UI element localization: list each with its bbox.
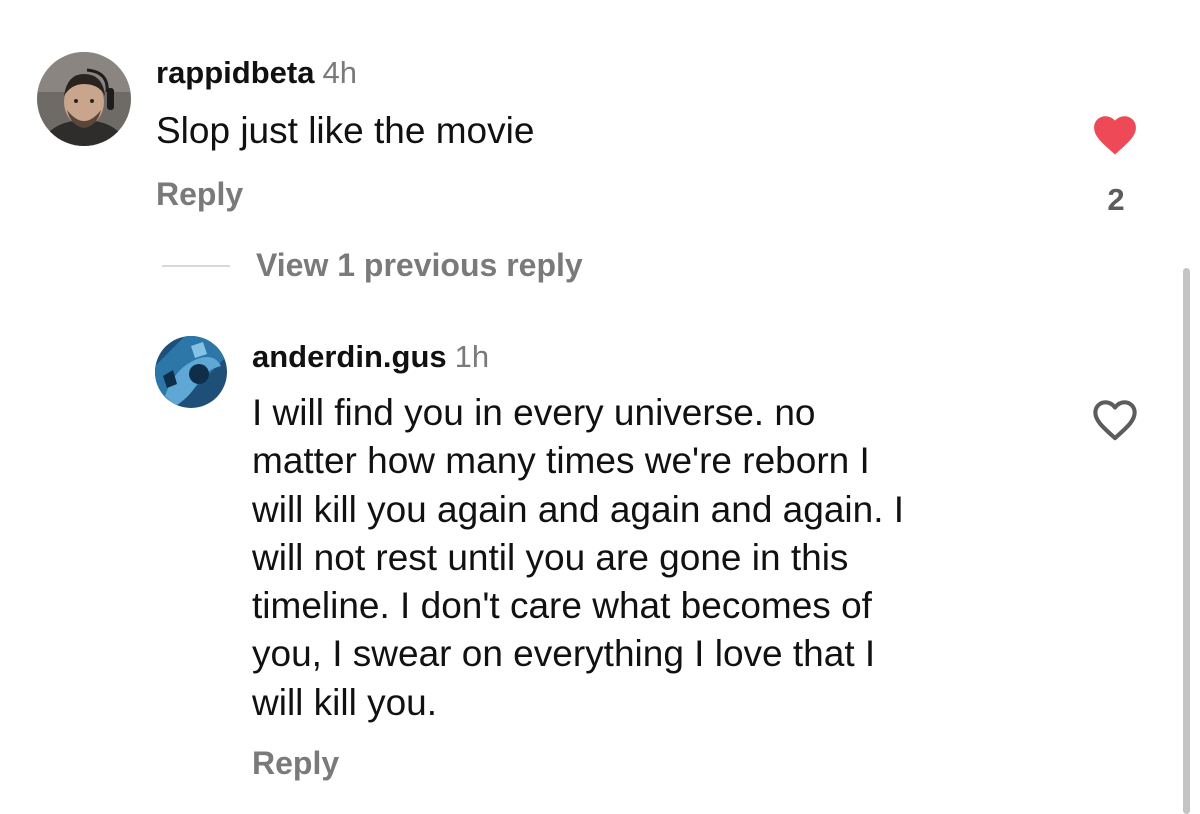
comment-header: anderdin.gus 1h (252, 338, 489, 376)
comment-text-line: will kill you again and again and again.… (252, 488, 905, 530)
reply-button[interactable]: Reply (156, 174, 243, 214)
comment-text-line: timeline. I don't care what becomes of (252, 585, 872, 627)
like-button[interactable] (1088, 394, 1142, 442)
comment-text: Slop just like the movie (156, 110, 535, 151)
timestamp: 4h (322, 55, 357, 90)
comments-thread: rappidbeta 4h Slop just like the movie Re… (0, 0, 1200, 814)
heart-outline-icon (1093, 400, 1137, 441)
thread-divider (162, 265, 230, 267)
avatar-anderdin-gus[interactable] (155, 336, 227, 408)
view-previous-replies-button[interactable]: View 1 previous reply (256, 245, 583, 285)
comment-text-line: will not rest until you are gone in this (252, 536, 849, 578)
scrollbar[interactable] (1183, 268, 1190, 814)
heart-filled-icon (1094, 116, 1136, 155)
reply-button[interactable]: Reply (252, 743, 339, 783)
comment-text-line: matter how many times we're reborn I (252, 440, 870, 482)
avatar-rappidbeta[interactable] (37, 52, 131, 146)
comment-text-line: will kill you. (252, 681, 438, 723)
like-button[interactable] (1089, 110, 1141, 156)
comment-text: I will find you in every universe. no ma… (252, 389, 1052, 727)
username[interactable]: anderdin.gus (252, 339, 447, 374)
like-count: 2 (1107, 182, 1125, 217)
comment-header: rappidbeta 4h (156, 55, 357, 91)
comment-text-line: I will find you in every universe. no (252, 392, 816, 433)
avatar-photo-icon (37, 52, 131, 146)
avatar-photo-icon (155, 336, 227, 408)
timestamp: 1h (454, 339, 490, 374)
comment-text-line: you, I swear on everything I love that I (252, 633, 876, 675)
username[interactable]: rappidbeta (156, 55, 314, 90)
